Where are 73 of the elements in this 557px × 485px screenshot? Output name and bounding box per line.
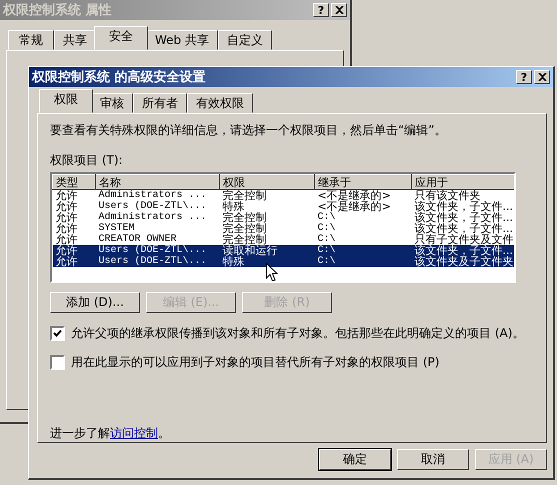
table-row[interactable]: 允许 Administrators ... 完全控制 C:\ 该文件夹，子文件... bbox=[52, 212, 514, 223]
table-row[interactable]: 允许 Users (DOE-ZTL\... 特殊 <不是继承的> 该文件夹，子文件... bbox=[52, 201, 514, 212]
check-icon bbox=[53, 329, 62, 338]
window-title: 权限控制系统 的高级安全设置 bbox=[32, 68, 207, 86]
column-header[interactable]: 类型 bbox=[52, 174, 96, 190]
table-row[interactable]: 允许 Administrators ... 完全控制 <不是继承的> 只有该文件夹 bbox=[52, 190, 514, 201]
close-icon bbox=[334, 6, 344, 14]
button[interactable]: 取消 bbox=[397, 449, 469, 470]
table-cell: 读取和运行 bbox=[220, 245, 314, 256]
table-cell: C:\ bbox=[314, 212, 412, 223]
table-cell-text: 允许 bbox=[54, 212, 78, 223]
checkbox[interactable] bbox=[50, 355, 65, 370]
table-cell: C:\ bbox=[314, 245, 412, 256]
list-label: 权限项目 (T): bbox=[50, 152, 124, 169]
checkbox-label[interactable]: 允许父项的继承权限传播到该对象和所有子对象。包括那些在此明确定义的项目 (A)。 bbox=[71, 325, 524, 342]
table-cell: SYSTEM bbox=[96, 223, 220, 234]
tab[interactable]: 常规 bbox=[8, 30, 54, 50]
column-header[interactable]: 继承于 bbox=[314, 174, 412, 190]
table-cell: Users (DOE-ZTL\... bbox=[96, 256, 220, 267]
close-button[interactable] bbox=[534, 70, 550, 84]
tab[interactable]: 有效权限 bbox=[187, 93, 253, 113]
table-cell-text: Administrators ... bbox=[98, 212, 208, 223]
table-cell: 允许 bbox=[52, 256, 96, 267]
tab[interactable]: Web 共享 bbox=[146, 30, 218, 50]
close-icon bbox=[538, 73, 546, 81]
column-header[interactable]: 权限 bbox=[220, 174, 314, 190]
table-cell: C:\ bbox=[314, 256, 412, 267]
button[interactable]: 确定 bbox=[319, 449, 391, 470]
tab[interactable]: 自定义 bbox=[218, 30, 272, 50]
checkbox[interactable] bbox=[50, 326, 65, 341]
table-cell: 只有该文件夹 bbox=[412, 190, 514, 201]
help-button[interactable]: ? bbox=[516, 70, 532, 84]
table-cell: 允许 bbox=[52, 245, 96, 256]
table-row[interactable]: 允许 SYSTEM 完全控制 C:\ 该文件夹，子文件... bbox=[52, 223, 514, 234]
table-cell: 该文件夹，子文件... bbox=[412, 245, 514, 256]
instruction-text: 要查看有关特殊权限的详细信息，请选择一个权限项目，然后单击“编辑”。 bbox=[50, 122, 448, 139]
table-cell-text: 该文件夹，子文件... bbox=[414, 201, 514, 212]
learn-more-text: 进一步了解访问控制。 bbox=[50, 425, 171, 442]
table-cell: 特殊 bbox=[220, 256, 314, 267]
tab[interactable]: 审核 bbox=[91, 93, 133, 113]
table-cell: 特殊 bbox=[220, 201, 314, 212]
table-cell-text: 该文件夹，子文件... bbox=[414, 212, 514, 223]
tab[interactable]: 权限 bbox=[39, 89, 93, 113]
table-cell-text: C:\ bbox=[316, 223, 337, 234]
table-cell-text: 完全控制 bbox=[222, 223, 268, 234]
table-cell-text: Users (DOE-ZTL\... bbox=[98, 201, 208, 212]
table-cell: CREATOR OWNER bbox=[96, 234, 220, 245]
button[interactable]: 添加 (D)... bbox=[50, 292, 140, 313]
table-cell: 允许 bbox=[52, 190, 96, 201]
table-cell-text: 该文件夹，子文件... bbox=[414, 223, 514, 234]
table-cell: 该文件夹及子文件夹 bbox=[412, 256, 514, 267]
access-control-link[interactable]: 访问控制 bbox=[110, 426, 158, 440]
table-cell: Administrators ... bbox=[96, 190, 220, 201]
table-row[interactable]: 允许 Users (DOE-ZTL\... 特殊 C:\ 该文件夹及子文件夹 bbox=[52, 256, 514, 267]
table-cell: <不是继承的> bbox=[314, 190, 412, 201]
table-cell: 完全控制 bbox=[220, 190, 314, 201]
checkbox-label[interactable]: 用在此显示的可以应用到子对象的项目替代所有子对象的权限项目 (P) bbox=[71, 354, 440, 371]
table-cell-text: <不是继承的> bbox=[316, 201, 392, 212]
table-row[interactable]: 允许 Users (DOE-ZTL\... 读取和运行 C:\ 该文件夹，子文件... bbox=[52, 245, 514, 256]
table-cell-text: 完全控制 bbox=[222, 212, 268, 223]
table-cell: 只有子文件夹及文件 bbox=[412, 234, 514, 245]
column-header[interactable]: 名称 bbox=[96, 174, 220, 190]
tab[interactable]: 安全 bbox=[94, 26, 148, 50]
table-cell: C:\ bbox=[314, 234, 412, 245]
tab[interactable]: 所有者 bbox=[133, 93, 187, 113]
table-cell: 完全控制 bbox=[220, 234, 314, 245]
table-cell: Users (DOE-ZTL\... bbox=[96, 245, 220, 256]
table-row[interactable]: 允许 CREATOR OWNER 完全控制 C:\ 只有子文件夹及文件 bbox=[52, 234, 514, 245]
table-cell-text: 允许 bbox=[54, 201, 78, 212]
table-cell-text: 允许 bbox=[54, 223, 78, 234]
column-header[interactable]: 应用于 bbox=[412, 174, 514, 190]
table-cell: 允许 bbox=[52, 234, 96, 245]
window-title: 权限控制系统 属性 bbox=[3, 2, 113, 19]
